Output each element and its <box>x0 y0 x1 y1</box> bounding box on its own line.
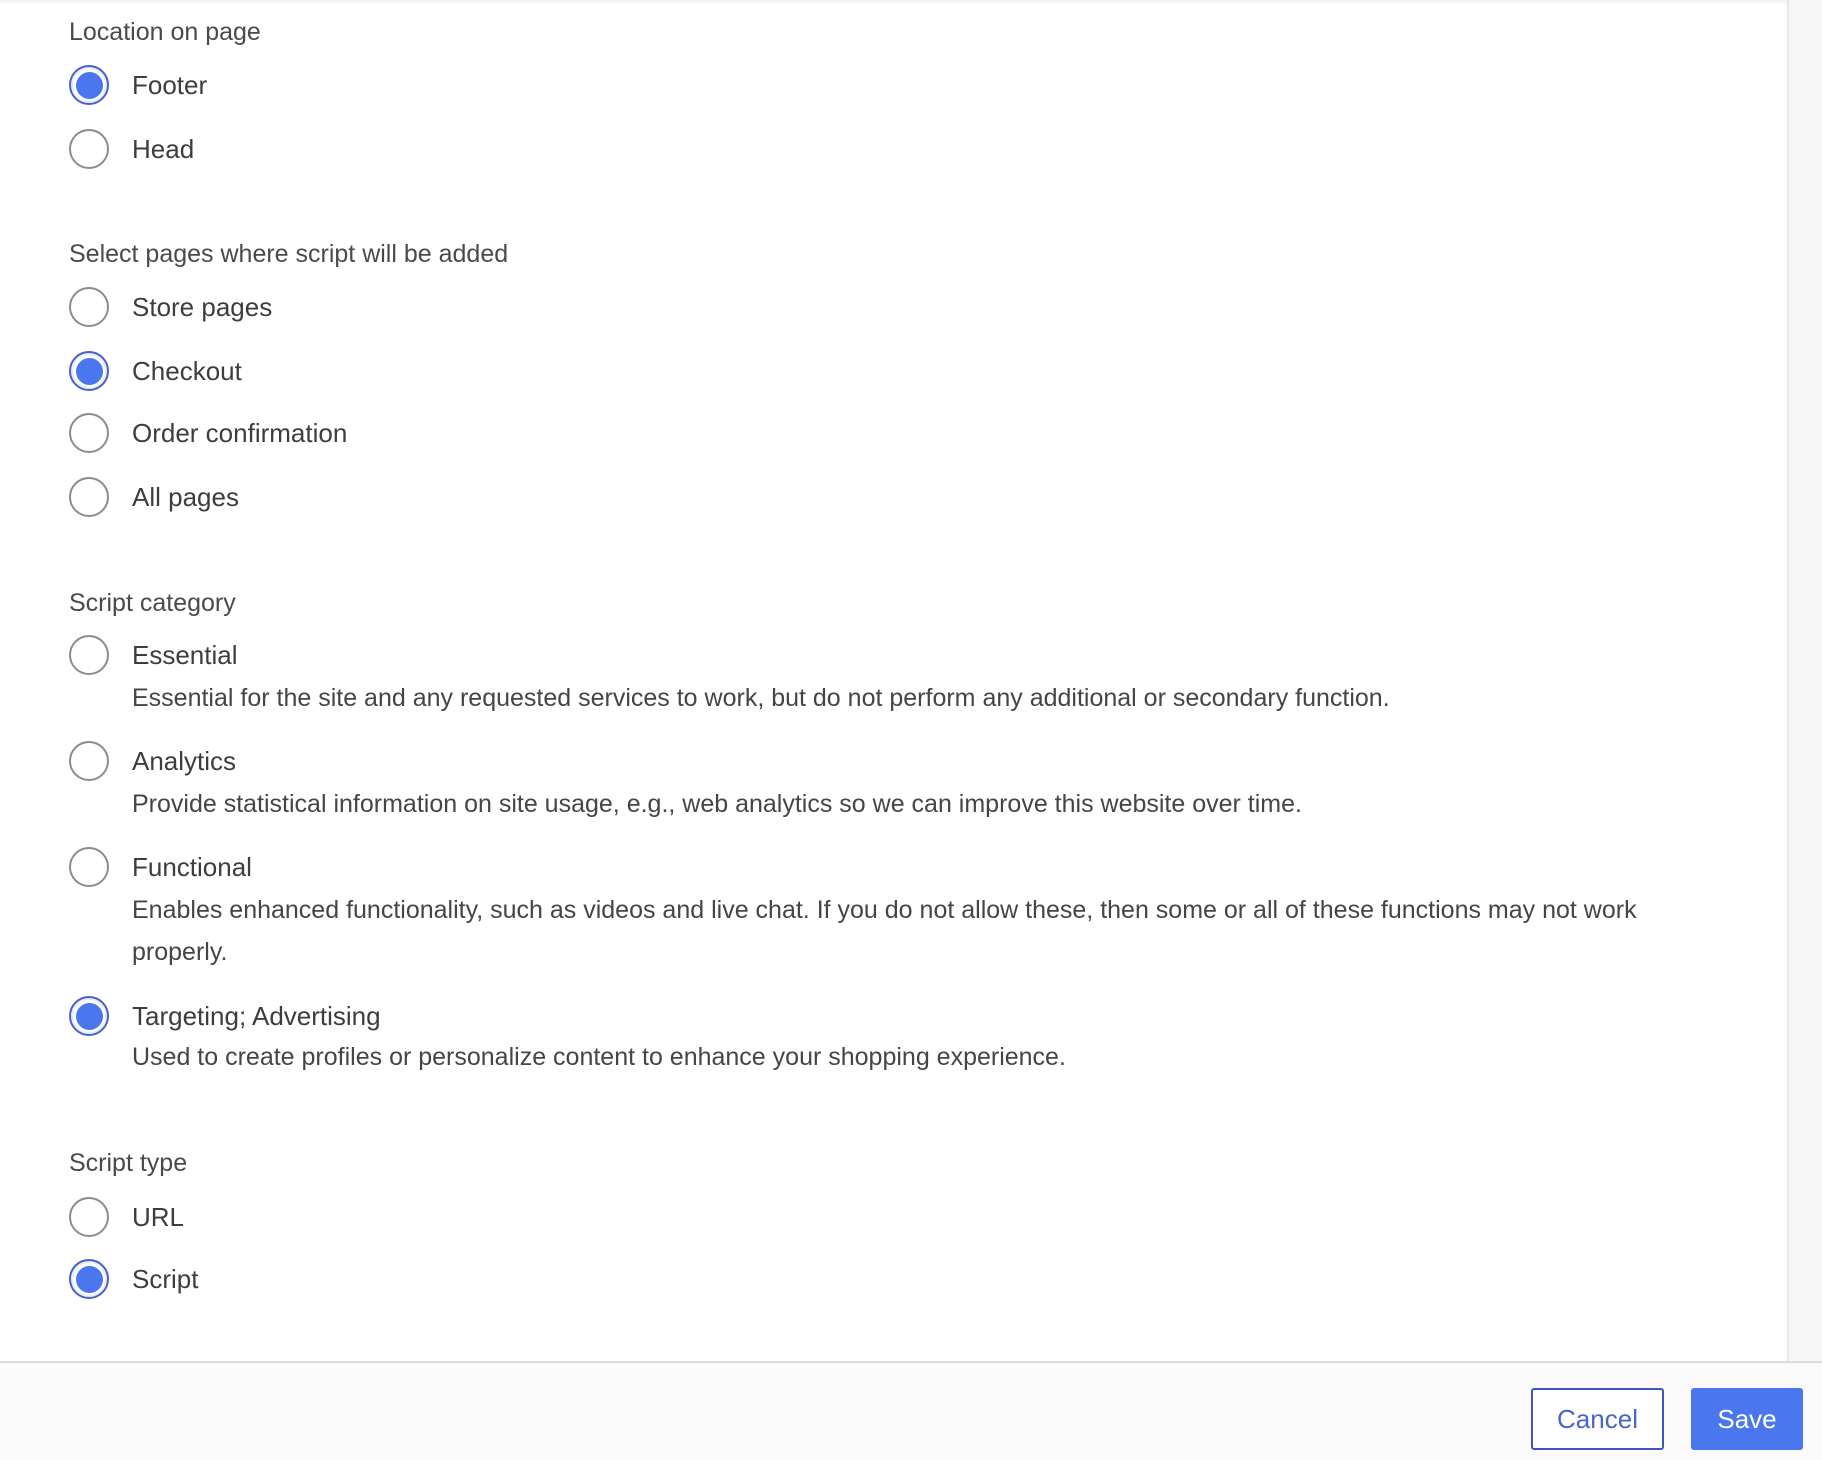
radio-button-icon[interactable] <box>69 65 109 105</box>
radio-button-icon[interactable] <box>69 287 109 327</box>
radio-label: Essential <box>132 640 238 670</box>
cancel-button[interactable]: Cancel <box>1531 1388 1664 1450</box>
radio-label: Checkout <box>132 356 242 386</box>
radio-pages-store[interactable]: Store pages <box>69 285 272 329</box>
radio-label: Functional <box>132 852 252 882</box>
radio-type-url[interactable]: URL <box>69 1195 184 1239</box>
radio-pages-checkout[interactable]: Checkout <box>69 349 242 393</box>
category-description: Provide statistical information on site … <box>132 790 1302 818</box>
radio-label: All pages <box>132 482 239 512</box>
radio-location-footer[interactable]: Footer <box>69 63 207 107</box>
radio-button-icon[interactable] <box>69 351 109 391</box>
radio-type-script[interactable]: Script <box>69 1257 198 1301</box>
radio-pages-order-confirmation[interactable]: Order confirmation <box>69 411 347 455</box>
category-section-label: Script category <box>69 589 236 617</box>
radio-label: Script <box>132 1264 199 1294</box>
radio-label: Targeting; Advertising <box>132 1001 381 1031</box>
category-description: Used to create profiles or personalize c… <box>132 1043 1066 1071</box>
radio-button-icon[interactable] <box>69 413 109 453</box>
save-button[interactable]: Save <box>1691 1388 1803 1450</box>
radio-label: Analytics <box>132 746 237 776</box>
type-section-label: Script type <box>69 1149 188 1177</box>
radio-button-icon[interactable] <box>69 741 109 781</box>
radio-category-functional[interactable]: Functional <box>69 845 252 889</box>
radio-label: Order confirmation <box>132 418 348 448</box>
top-shadow <box>0 0 1787 6</box>
radio-label: Footer <box>132 70 208 100</box>
radio-location-head[interactable]: Head <box>69 127 194 171</box>
radio-button-icon[interactable] <box>69 477 109 517</box>
radio-category-essential[interactable]: Essential <box>69 633 238 677</box>
script-settings-form: Location on page Footer Head Select page… <box>0 0 1787 1361</box>
location-section-label: Location on page <box>69 18 261 46</box>
radio-label: Store pages <box>132 292 273 322</box>
category-description: Essential for the site and any requested… <box>132 684 1390 712</box>
radio-button-icon[interactable] <box>69 635 109 675</box>
radio-button-icon[interactable] <box>69 847 109 887</box>
pages-section-label: Select pages where script will be added <box>69 240 509 268</box>
radio-button-icon[interactable] <box>69 1197 109 1237</box>
radio-pages-all[interactable]: All pages <box>69 475 239 519</box>
category-description: Enables enhanced functionality, such as … <box>132 896 1637 966</box>
radio-label: URL <box>132 1202 185 1232</box>
radio-category-analytics[interactable]: Analytics <box>69 739 236 783</box>
radio-button-icon[interactable] <box>69 996 109 1036</box>
radio-category-targeting-advertising[interactable]: Targeting; Advertising <box>69 994 381 1038</box>
radio-button-icon[interactable] <box>69 129 109 169</box>
radio-button-icon[interactable] <box>69 1259 109 1299</box>
radio-label: Head <box>132 134 195 164</box>
scrollbar-track[interactable] <box>1787 0 1822 1361</box>
modal-footer: Cancel Save <box>0 1361 1822 1460</box>
